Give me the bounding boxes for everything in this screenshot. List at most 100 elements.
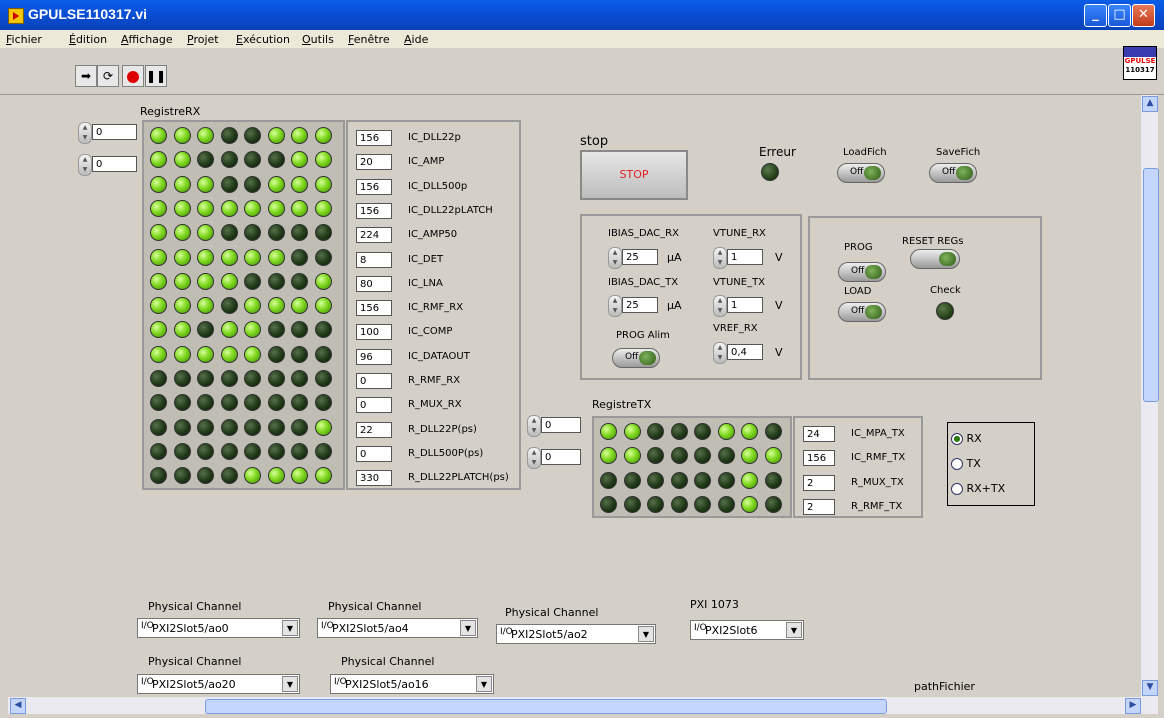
rx-led[interactable] (197, 345, 214, 363)
rx-led[interactable] (267, 248, 285, 266)
rx-led[interactable] (150, 467, 167, 485)
rx-led[interactable] (220, 175, 238, 193)
rx-led[interactable] (173, 321, 191, 339)
rx-row-index[interactable]: 0 (92, 124, 137, 140)
ibias-dac-rx-input[interactable]: 25 (622, 249, 658, 265)
rx-led[interactable] (173, 394, 191, 412)
rx-led[interactable] (150, 248, 167, 266)
rx-led[interactable] (291, 248, 308, 266)
rx-led[interactable] (314, 297, 332, 315)
rx-led[interactable] (244, 272, 261, 290)
tx-led[interactable] (623, 447, 641, 465)
channel-6-dropdown[interactable]: I/O PXI2Slot5/ao16 ▼ (330, 674, 494, 694)
tx-led[interactable] (717, 471, 735, 489)
channel-3-dropdown[interactable]: I/O PXI2Slot5/ao2 ▼ (496, 624, 656, 644)
menu-affichage[interactable]: Affichage (121, 33, 173, 46)
rx-led[interactable] (291, 442, 308, 460)
ibias-dac-rx-spinner[interactable]: ▲ ▼ (608, 247, 622, 269)
rx-led[interactable] (197, 199, 214, 217)
tx-led[interactable] (764, 495, 782, 513)
prog-toggle[interactable]: Off (838, 262, 886, 282)
rx-led[interactable] (220, 394, 238, 412)
rx-led[interactable] (314, 127, 332, 144)
pause-icon[interactable]: ❚❚ (145, 65, 167, 87)
rx-led[interactable] (220, 370, 238, 387)
rx-led[interactable] (197, 418, 214, 436)
rx-col-index[interactable]: 0 (92, 156, 137, 172)
rx-row-index-spinner[interactable]: ▲ ▼ (78, 122, 92, 144)
rx-led[interactable] (244, 467, 261, 485)
rx-led[interactable] (314, 199, 332, 217)
rx-led[interactable] (244, 442, 261, 460)
rx-led[interactable] (314, 345, 332, 363)
chevron-down-icon[interactable]: ▼ (282, 620, 298, 636)
close-icon[interactable]: ✕ (1132, 4, 1155, 27)
rx-value-input[interactable]: 156 (356, 202, 392, 219)
rx-led[interactable] (267, 345, 285, 363)
rx-led[interactable] (267, 467, 285, 485)
tx-row-index-spinner[interactable]: ▲ ▼ (527, 415, 541, 437)
rx-led[interactable] (244, 418, 261, 436)
rx-led[interactable] (267, 127, 285, 144)
tx-led[interactable] (694, 495, 711, 513)
vtune-tx-spinner[interactable]: ▲ ▼ (713, 295, 727, 317)
tx-led[interactable] (717, 495, 735, 513)
rx-led[interactable] (220, 321, 238, 339)
stop-button[interactable]: STOP (580, 150, 688, 200)
tx-led[interactable] (670, 495, 688, 513)
rx-led[interactable] (314, 151, 332, 169)
savefich-toggle[interactable]: Off (929, 163, 977, 183)
tx-col-index-spinner[interactable]: ▲ ▼ (527, 447, 541, 469)
tx-value-input[interactable]: 2 (803, 474, 835, 491)
channel-1-dropdown[interactable]: I/O PXI2Slot5/ao0 ▼ (137, 618, 300, 638)
tx-led[interactable] (600, 423, 617, 440)
rx-led[interactable] (267, 297, 285, 315)
rx-value-input[interactable]: 0 (356, 445, 392, 462)
tx-led[interactable] (647, 447, 664, 465)
tx-led[interactable] (741, 423, 758, 440)
rx-led[interactable] (150, 151, 167, 169)
rx-led[interactable] (220, 297, 238, 315)
rx-led[interactable] (314, 370, 332, 387)
rx-led[interactable] (220, 418, 238, 436)
rx-led[interactable] (197, 175, 214, 193)
loadfich-toggle[interactable]: Off (837, 163, 885, 183)
rx-value-input[interactable]: 330 (356, 470, 392, 487)
tx-led[interactable] (623, 471, 641, 489)
rx-led[interactable] (314, 467, 332, 485)
chevron-down-icon[interactable]: ▼ (282, 676, 298, 692)
rx-value-input[interactable]: 96 (356, 348, 392, 365)
vref-rx-input[interactable]: 0,4 (727, 344, 763, 360)
rx-led[interactable] (173, 467, 191, 485)
rx-led[interactable] (291, 224, 308, 242)
rx-led[interactable] (197, 370, 214, 387)
tx-led[interactable] (694, 471, 711, 489)
radio-tx[interactable]: TX (951, 457, 981, 470)
scroll-right-icon[interactable]: ▶ (1125, 698, 1141, 714)
rx-led[interactable] (244, 151, 261, 169)
rx-led[interactable] (220, 127, 238, 144)
vref-rx-spinner[interactable]: ▲ ▼ (713, 342, 727, 364)
rx-led[interactable] (291, 297, 308, 315)
minimize-icon[interactable]: _ (1084, 4, 1107, 27)
rx-led[interactable] (197, 321, 214, 339)
rx-led[interactable] (197, 442, 214, 460)
tx-led[interactable] (647, 471, 664, 489)
chevron-down-icon[interactable]: ▼ (476, 676, 492, 692)
tx-led[interactable] (764, 447, 782, 465)
scroll-up-icon[interactable]: ▲ (1142, 96, 1158, 112)
reset-regs-button[interactable] (910, 249, 960, 269)
rx-led[interactable] (173, 297, 191, 315)
rx-led[interactable] (244, 321, 261, 339)
menu-fenetre[interactable]: Fenêtre (348, 33, 390, 46)
chevron-down-icon[interactable]: ▼ (786, 622, 802, 638)
rx-led[interactable] (291, 151, 308, 169)
rx-led[interactable] (314, 321, 332, 339)
rx-led[interactable] (244, 370, 261, 387)
rx-led[interactable] (220, 467, 238, 485)
rx-led[interactable] (197, 467, 214, 485)
rx-led[interactable] (244, 199, 261, 217)
rx-led[interactable] (267, 442, 285, 460)
abort-icon[interactable] (122, 65, 144, 87)
tx-led[interactable] (623, 423, 641, 440)
